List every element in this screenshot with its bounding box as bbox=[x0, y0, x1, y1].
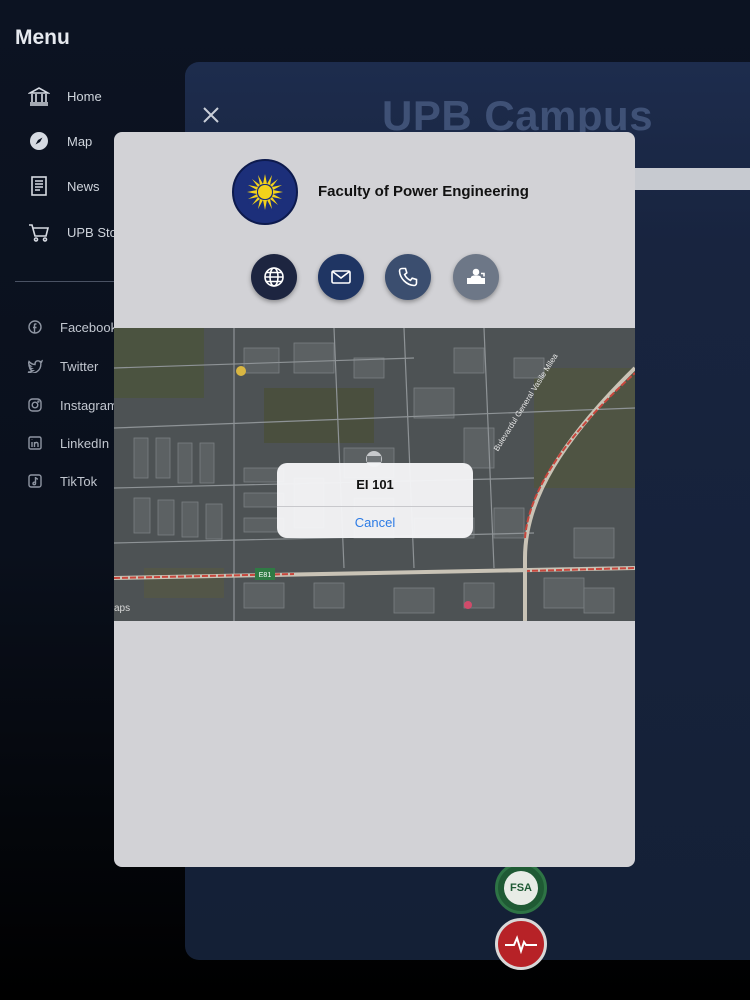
social-item-label: TikTok bbox=[60, 473, 98, 489]
instagram-icon bbox=[27, 397, 43, 413]
faculty-name: Faculty of Power Engineering bbox=[318, 183, 529, 200]
header-strip bbox=[635, 168, 750, 190]
phone-button[interactable] bbox=[385, 254, 431, 300]
road-label-e81: E81 bbox=[255, 568, 275, 580]
menu-item-label: Home bbox=[67, 88, 102, 104]
website-button[interactable] bbox=[251, 254, 297, 300]
menu-item-label: Map bbox=[67, 133, 93, 149]
linkedin-icon bbox=[27, 435, 43, 451]
sun-emblem-icon bbox=[247, 174, 283, 210]
bank-icon bbox=[27, 84, 51, 108]
close-icon bbox=[203, 107, 219, 123]
office-button[interactable] bbox=[453, 254, 499, 300]
newspaper-icon bbox=[27, 174, 51, 198]
social-item-label: Facebook bbox=[60, 319, 118, 335]
room-action-sheet: EI 101 Cancel bbox=[277, 463, 473, 538]
faculty-logo-fsa[interactable]: FSA bbox=[495, 862, 547, 914]
phone-icon bbox=[398, 267, 418, 287]
map-attribution: aps bbox=[114, 603, 131, 614]
tiktok-icon bbox=[27, 473, 43, 489]
faculty-detail-sheet: Faculty of Power Engineering E81 Bulevar… bbox=[114, 132, 635, 867]
menu-item-home[interactable]: Home bbox=[27, 83, 197, 109]
cancel-button[interactable]: Cancel bbox=[277, 507, 473, 538]
facebook-icon bbox=[27, 319, 43, 335]
room-title: EI 101 bbox=[356, 477, 394, 492]
close-button[interactable] bbox=[202, 106, 220, 124]
menu-item-label: News bbox=[67, 178, 100, 194]
heartbeat-icon bbox=[505, 935, 537, 954]
menu-title: Menu bbox=[15, 26, 70, 49]
faculty-logo-label: FSA bbox=[504, 871, 538, 905]
faculty-seal-logo bbox=[232, 159, 298, 225]
faculty-logo-medical[interactable] bbox=[495, 918, 547, 970]
twitter-icon bbox=[27, 358, 43, 374]
reception-icon bbox=[467, 268, 485, 284]
svg-text:E81: E81 bbox=[259, 572, 272, 579]
menu-item-label: UPB Sto bbox=[67, 224, 117, 240]
social-item-label: Twitter bbox=[60, 358, 99, 374]
globe-icon bbox=[264, 267, 284, 287]
social-item-label: Instagram bbox=[60, 397, 118, 413]
compass-icon bbox=[27, 129, 51, 153]
cart-icon bbox=[27, 220, 51, 244]
envelope-icon bbox=[331, 270, 351, 284]
social-item-label: LinkedIn bbox=[60, 435, 110, 451]
email-button[interactable] bbox=[318, 254, 364, 300]
